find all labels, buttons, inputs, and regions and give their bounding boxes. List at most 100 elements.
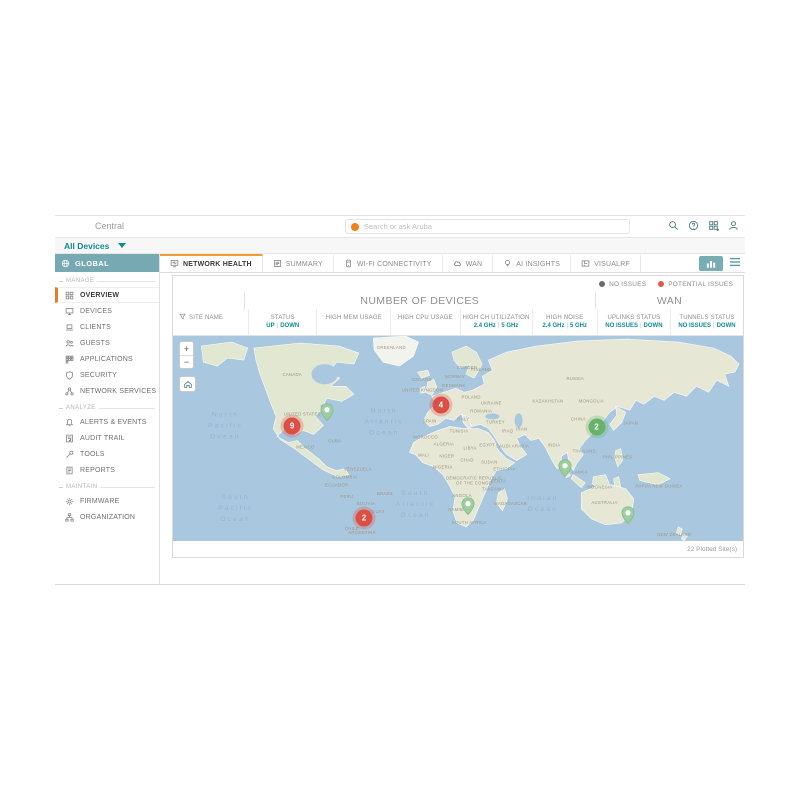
summary-icon — [273, 259, 282, 270]
search-icon[interactable] — [668, 220, 679, 233]
map-country-label: PERU — [340, 494, 353, 499]
user-icon[interactable] — [728, 220, 739, 233]
ai-insights-icon — [503, 259, 512, 270]
search-input[interactable] — [364, 222, 624, 231]
sidebar-item-clients[interactable]: CLIENTS — [55, 319, 159, 335]
map-country-label: VENEZUELA — [344, 467, 372, 472]
site-pin-marker-ok[interactable] — [621, 506, 635, 524]
map-ocean-label: SouthPacificOcean — [218, 494, 253, 523]
sidebar-item-network-services[interactable]: NETWORK SERVICES — [55, 383, 159, 399]
sidebar-item-alerts-events[interactable]: ALERTS & EVENTS — [55, 414, 159, 430]
map-country-label: CHINA — [571, 416, 586, 421]
sidebar-section-maintain: MAINTAIN — [55, 478, 159, 493]
sidebar-item-label: FIRMWARE — [80, 498, 119, 505]
legend-dot-icon — [599, 281, 605, 287]
sidebar-item-firmware[interactable]: FIRMWARE — [55, 493, 159, 509]
sidebar-item-organization[interactable]: ORGANIZATION — [55, 509, 159, 525]
tools-icon — [65, 450, 74, 459]
sidebar-item-overview[interactable]: OVERVIEW — [55, 287, 159, 303]
device-filter-label[interactable]: All Devices — [64, 241, 109, 251]
sidebar-context-header[interactable]: GLOBAL — [55, 254, 159, 272]
column-status[interactable]: STATUSUP|DOWN — [248, 309, 316, 335]
device-filter-bar[interactable]: All Devices — [55, 238, 745, 254]
tab-label: SUMMARY — [286, 261, 323, 268]
column-uplinks-status[interactable]: UPLINKS STATUSNO ISSUES|DOWN — [597, 309, 670, 335]
map-country-label: TUNISIA — [450, 428, 469, 433]
map-country-label: GREENLAND — [377, 345, 406, 350]
site-cluster-marker-issue[interactable]: 2 — [355, 509, 372, 526]
applications-icon — [65, 355, 74, 364]
map-country-label: FINLAND — [471, 367, 491, 372]
map-country-label: ICELAND — [411, 377, 431, 382]
apps-icon[interactable] — [708, 220, 719, 233]
table-group-header: NUMBER OF DEVICESWAN — [173, 292, 743, 309]
help-icon[interactable] — [688, 220, 699, 233]
world-map[interactable]: NorthPacificOceanNorthAtlanticOceanSouth… — [173, 336, 743, 541]
map-country-label: UNITED STATES — [284, 411, 321, 416]
tab-summary[interactable]: SUMMARY — [263, 254, 334, 272]
group-wan: WAN — [595, 292, 743, 309]
site-cluster-marker-issue[interactable]: 9 — [284, 418, 301, 435]
sidebar-item-audit-trail[interactable]: AUDIT TRAIL — [55, 430, 159, 446]
overview-icon — [65, 291, 74, 300]
sidebar-item-label: SECURITY — [80, 372, 117, 379]
map-home-button[interactable] — [179, 376, 196, 392]
sidebar-item-guests[interactable]: GUESTS — [55, 335, 159, 351]
map-country-label: INDONESIA — [586, 485, 612, 490]
tab-visualrf[interactable]: VISUALRF — [571, 254, 641, 272]
list-view-button[interactable] — [729, 257, 741, 269]
tab-wi-fi-connectivity[interactable]: WI-FI CONNECTIVITY — [334, 254, 443, 272]
map-zoom-in-button[interactable]: + — [180, 342, 193, 355]
sidebar-item-tools[interactable]: TOOLS — [55, 446, 159, 462]
map-country-label: POLAND — [462, 394, 481, 399]
content-area: NO ISSUESPOTENTIAL ISSUES NUMBER OF DEVI… — [160, 273, 745, 584]
site-pin-marker-ok[interactable] — [558, 459, 572, 477]
column-high-cpu-usage[interactable]: HIGH CPU USAGE — [390, 309, 459, 335]
sidebar-item-label: TOOLS — [80, 451, 105, 458]
home-icon — [183, 379, 193, 389]
tab-ai-insights[interactable]: AI INSIGHTS — [493, 254, 571, 272]
site-cluster-marker-ok[interactable]: 2 — [588, 419, 605, 436]
chart-view-button[interactable] — [699, 256, 723, 271]
sidebar-item-security[interactable]: SECURITY — [55, 367, 159, 383]
map-country-label: BOLIVIA — [357, 501, 376, 506]
globe-icon — [61, 259, 70, 268]
site-pin-marker-ok[interactable] — [461, 497, 475, 515]
map-country-label: MALI — [418, 453, 429, 458]
sidebar-item-devices[interactable]: DEVICES — [55, 303, 159, 319]
map-country-label: THAILAND — [573, 449, 596, 454]
group-number-of-devices: NUMBER OF DEVICES — [244, 292, 596, 309]
map-country-label: PAPUA NEW GUINEA — [636, 484, 683, 489]
map-zoom-out-button[interactable]: − — [180, 355, 193, 368]
organization-icon — [65, 513, 74, 522]
map-country-label: UNITED KINGDOM — [402, 387, 444, 392]
sidebar-context-label: GLOBAL — [75, 259, 109, 268]
sidebar-section-analyze: ANALYZE — [55, 399, 159, 414]
column-filter-icon[interactable] — [179, 313, 186, 322]
clients-icon — [65, 323, 74, 332]
map-country-label: CHILE — [345, 526, 359, 531]
sidebar-item-reports[interactable]: REPORTS — [55, 462, 159, 478]
column-site-name[interactable]: SITE NAME — [173, 309, 248, 335]
sidebar-item-applications[interactable]: APPLICATIONS — [55, 351, 159, 367]
map-country-label: TURKEY — [486, 419, 505, 424]
column-high-noise[interactable]: HIGH NOISE2.4 GHz|5 GHz — [532, 309, 597, 335]
map-country-label: ROMANIA — [470, 408, 492, 413]
map-country-label: NEW ZEALAND — [657, 532, 691, 537]
chevron-down-icon[interactable] — [118, 243, 126, 248]
column-high-ch-utilization[interactable]: HIGH CH UTILIZATION2.4 GHz|5 GHz — [460, 309, 532, 335]
global-search[interactable] — [345, 219, 630, 234]
column-sublabel: NO ISSUES|DOWN — [678, 323, 735, 330]
site-pin-marker-ok[interactable] — [320, 404, 334, 422]
column-tunnels-status[interactable]: TUNNELS STATUSNO ISSUES|DOWN — [670, 309, 743, 335]
tab-network-health[interactable]: NETWORK HEALTH — [160, 254, 263, 272]
site-cluster-marker-issue[interactable]: 4 — [432, 397, 449, 414]
column-high-mem-usage[interactable]: HIGH MEM USAGE — [316, 309, 390, 335]
map-country-label: CUBA — [328, 439, 341, 444]
topbar-icons — [668, 220, 739, 233]
aruba-ask-icon — [351, 223, 359, 231]
map-country-label: CHAD — [460, 458, 473, 463]
tab-wan[interactable]: WAN — [443, 254, 494, 272]
column-label: HIGH CPU USAGE — [398, 315, 453, 321]
tab-label: WAN — [466, 261, 483, 268]
